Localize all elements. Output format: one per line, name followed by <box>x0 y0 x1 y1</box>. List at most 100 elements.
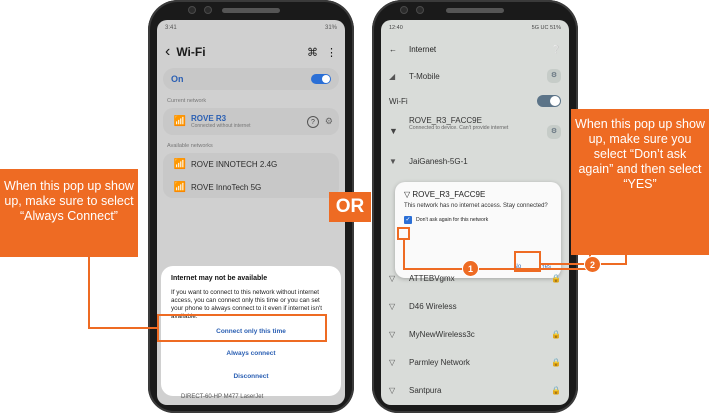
network-row[interactable]: ▽ Parmley Network 🔒 <box>381 348 569 376</box>
status-battery: 31% <box>324 25 337 31</box>
network-list: ▽ ATTEBVgmx 🔒 ▽ D46 Wireless ▽ MyNewWire… <box>381 264 569 404</box>
disconnect-button[interactable]: Disconnect <box>171 373 331 380</box>
network-name: ROVE InnoTech 5G <box>191 182 262 192</box>
left-screen: 3:41 31% ‹ Wi-Fi ⌘ ⋮ On Current network … <box>157 20 345 405</box>
wifi-direct-icon[interactable]: ⌘ <box>307 46 318 59</box>
connector-line <box>88 327 157 329</box>
current-network-card: 📶 ROVE R3 Connected without internet ? ⚙ <box>163 108 339 135</box>
dont-ask-again-checkbox[interactable]: ✓ <box>404 215 412 224</box>
connector-line <box>403 268 591 270</box>
back-arrow-icon[interactable]: ← <box>389 45 397 54</box>
step-two-badge: 2 <box>584 256 601 273</box>
network-name: JaiGanesh-5G-1 <box>409 156 468 166</box>
gear-icon[interactable]: ⚙ <box>547 69 561 83</box>
network-name: ATTEBVgmx <box>409 273 455 283</box>
dont-ask-again-row[interactable]: ✓ Don't ask again for this network <box>404 215 552 224</box>
connector-line <box>403 240 405 270</box>
wifi-icon: ▽ <box>389 273 396 283</box>
wifi-icon: ▽ <box>389 301 396 311</box>
back-icon[interactable]: ‹ <box>165 43 170 61</box>
sensor-icon <box>416 6 424 14</box>
wifi-icon: ▽ <box>389 357 396 367</box>
dialog-body: This network has no internet access. Sta… <box>404 203 548 209</box>
camera-icon <box>188 6 196 14</box>
connector-line <box>88 257 90 329</box>
right-phone: 12:40 5G UC 51% ← Internet ❔ ◢ T-Mobile … <box>372 0 578 413</box>
network-name: MyNewWireless3c <box>409 329 475 339</box>
earpiece <box>222 8 280 13</box>
dialog-title: Internet may not be available <box>171 275 268 282</box>
internet-header: ← Internet ❔ <box>381 36 569 62</box>
cellular-signal-icon: ◢ <box>389 71 396 81</box>
earpiece <box>446 8 504 13</box>
network-row[interactable]: ▽ Santpura 🔒 <box>381 376 569 404</box>
status-time: 3:41 <box>165 25 177 31</box>
dialog-title: ▽ ROVE_R3_FACC9E <box>404 190 486 199</box>
help-icon[interactable]: ❔ <box>551 45 561 54</box>
wifi-toggle[interactable] <box>537 95 561 107</box>
network-name: ROVE INNOTECH 2.4G <box>191 160 278 169</box>
checkbox-label: Don't ask again for this network <box>416 216 489 223</box>
wifi-icon: 📶 <box>173 116 187 127</box>
wifi-icon: 📶 <box>173 181 187 193</box>
right-screen: 12:40 5G UC 51% ← Internet ❔ ◢ T-Mobile … <box>381 20 569 405</box>
network-name: Parmley Network <box>409 357 470 367</box>
status-time: 12:40 <box>389 25 403 31</box>
camera-icon <box>400 6 408 14</box>
current-network-row[interactable]: 📶 ROVE R3 Connected without internet ? ⚙ <box>163 108 339 135</box>
lock-icon: 🔒 <box>551 357 561 367</box>
wifi-toggle-row[interactable]: Wi-Fi <box>381 90 569 112</box>
status-bar: 3:41 31% <box>157 20 345 36</box>
always-connect-highlight <box>157 314 327 342</box>
status-bar: 12:40 5G UC 51% <box>381 20 569 36</box>
network-row[interactable]: ▼ JaiGanesh-5G-1 <box>381 152 569 170</box>
status-network: 5G UC 51% <box>531 25 561 31</box>
network-name: Santpura <box>409 385 442 395</box>
network-row[interactable]: 📶 ROVE InnoTech 5G <box>163 176 339 198</box>
left-phone: 3:41 31% ‹ Wi-Fi ⌘ ⋮ On Current network … <box>148 0 354 413</box>
current-network-status: Connected without internet <box>191 123 251 129</box>
wifi-toggle[interactable] <box>311 74 331 84</box>
network-name: D46 Wireless <box>409 301 457 311</box>
network-row[interactable]: 📶 ROVE INNOTECH 2.4G <box>163 153 339 176</box>
step-one-badge: 1 <box>462 260 479 277</box>
wifi-icon: ▼ <box>389 156 397 166</box>
checkbox-highlight <box>397 227 410 240</box>
or-label: OR <box>329 192 371 222</box>
wifi-icon: ▽ <box>389 385 396 395</box>
more-options-icon[interactable]: ⋮ <box>326 46 337 59</box>
connector-line <box>625 255 627 265</box>
wifi-icon: ▼ <box>389 126 398 136</box>
current-network-name: ROVE R3 <box>191 114 227 123</box>
wifi-toggle-row[interactable]: On <box>163 68 339 90</box>
gear-icon[interactable]: ⚙ <box>547 125 561 139</box>
always-connect-button[interactable]: Always connect <box>171 350 331 357</box>
current-network-row[interactable]: ▼ ROVE_R3_FACC9E Connected to device. Ca… <box>381 112 569 152</box>
gear-icon[interactable]: ⚙ <box>325 116 333 127</box>
carrier-name: T-Mobile <box>409 71 440 81</box>
lock-icon: 🔒 <box>551 273 561 283</box>
page-title: Internet <box>409 44 437 54</box>
network-row[interactable]: ▽ MyNewWireless3c 🔒 <box>381 320 569 348</box>
current-network-heading: Current network <box>167 98 207 104</box>
wifi-header: ‹ Wi-Fi ⌘ ⋮ <box>157 36 345 68</box>
wifi-icon: ▽ <box>404 190 411 199</box>
bottom-network-name: DIRECT-60-HP M477 LaserJet <box>181 394 264 400</box>
wifi-on-label: On <box>171 74 184 84</box>
network-row[interactable]: ▽ D46 Wireless <box>381 292 569 320</box>
sensor-icon <box>204 6 212 14</box>
help-icon[interactable]: ? <box>306 115 319 128</box>
lock-icon: 🔒 <box>551 329 561 339</box>
wifi-icon: 📶 <box>173 159 187 170</box>
wifi-icon: ▽ <box>389 329 396 339</box>
current-network-status: Connected to device. Can't provide inter… <box>409 125 509 131</box>
available-networks-card: 📶 ROVE INNOTECH 2.4G 📶 ROVE InnoTech 5G <box>163 153 339 198</box>
lock-icon: 🔒 <box>551 385 561 395</box>
current-network-name: ROVE_R3_FACC9E <box>409 116 482 125</box>
right-instruction-callout: When this pop up show up, make sure you … <box>571 109 709 255</box>
wifi-label: Wi-Fi <box>389 96 408 106</box>
page-title: Wi-Fi <box>176 45 206 59</box>
available-networks-heading: Available networks <box>167 143 213 149</box>
left-instruction-callout: When this pop up show up, make sure to s… <box>0 169 138 257</box>
mobile-network-row[interactable]: ◢ T-Mobile ⚙ <box>381 62 569 90</box>
